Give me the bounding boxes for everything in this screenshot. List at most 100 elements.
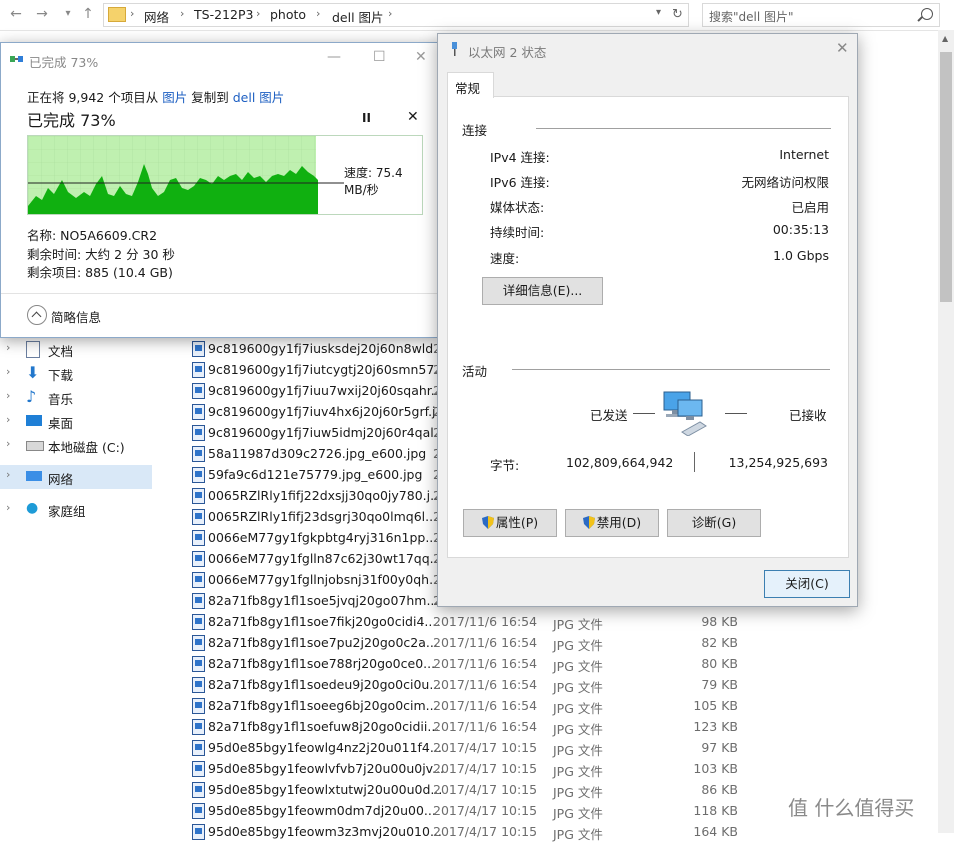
up-arrow-icon[interactable]: ↑ [80, 6, 96, 22]
refresh-icon[interactable]: ↻ [672, 7, 683, 22]
file-row[interactable]: 82a71fb8gy1fl1soeeg6bj20go0cim... 2017/11… [152, 695, 938, 716]
file-row[interactable]: 95d0e85bgy1feowlg4nz2j20u011f4... 2017/4/… [152, 737, 938, 758]
homegroup-icon: ● [26, 500, 39, 516]
file-date: 2017/11/6 16:54 [433, 656, 538, 671]
file-type: JPG 文件 [553, 638, 603, 653]
chevron-down-icon[interactable]: ▾ [656, 7, 661, 18]
forward-arrow-icon[interactable]: → [34, 6, 50, 22]
document-icon [26, 341, 40, 358]
nav-item-desktop[interactable]: › 桌面 [0, 410, 152, 432]
breadcrumb-network[interactable]: 网络 [144, 7, 169, 26]
properties-button[interactable]: 属性(P) [463, 509, 557, 537]
collapse-details-label[interactable]: 简略信息 [51, 307, 101, 326]
breadcrumb-nas[interactable]: TS-212P3 [194, 7, 253, 22]
file-name: 95d0e85bgy1feowm0dm7dj20u00... [208, 803, 436, 818]
file-size: 123 KB [693, 719, 738, 734]
file-name: 82a71fb8gy1fl1soe5jvqj20go07hm... [208, 593, 439, 608]
media-state-label: 媒体状态: [490, 200, 545, 215]
search-icon[interactable] [921, 8, 933, 20]
collapse-details-icon[interactable] [27, 305, 47, 325]
file-row[interactable]: 82a71fb8gy1fl1soe7pu2j20go0c2a... 2017/11… [152, 632, 938, 653]
recent-locations-chevron-icon[interactable]: ▾ [60, 6, 76, 22]
breadcrumb-dell-pictures[interactable]: dell 图片 [332, 7, 384, 26]
button-label: 属性(P) [495, 515, 539, 530]
file-type: JPG 文件 [553, 659, 603, 674]
file-date: 2017/11/6 16:54 [433, 635, 538, 650]
jpg-file-icon [192, 383, 205, 399]
chevron-right-icon[interactable]: › [316, 7, 320, 20]
file-row[interactable]: 82a71fb8gy1fl1soe788rj20go0ce0... 2017/11… [152, 653, 938, 674]
chevron-right-icon[interactable]: › [6, 389, 10, 402]
disable-button[interactable]: 禁用(D) [565, 509, 659, 537]
file-type: JPG 文件 [553, 743, 603, 758]
scrollbar-thumb[interactable] [940, 52, 952, 302]
items-remaining: 剩余项目: 885 (10.4 GB) [27, 265, 173, 280]
nav-item-local-disk[interactable]: › 本地磁盘 (C:) [0, 434, 152, 456]
file-name: 0066eM77gy1fglln87c62j30wt17qq... [208, 551, 442, 566]
time-remaining: 剩余时间: 大约 2 分 30 秒 [27, 247, 175, 262]
file-size: 82 KB [701, 635, 738, 650]
file-name: 82a71fb8gy1fl1soefuw8j20go0cidii... [208, 719, 440, 734]
bytes-sent-value: 102,809,664,942 [566, 455, 674, 470]
file-row[interactable]: 82a71fb8gy1fl1soe7fikj20go0cidi4.... 2017… [152, 611, 938, 632]
chevron-right-icon[interactable]: › [6, 501, 10, 514]
activity-group-label: 活动 [462, 364, 488, 379]
search-input[interactable]: 搜索"dell 图片" [702, 3, 940, 27]
file-name: 0066eM77gy1fgllnjobsnj31f00y0qh... [208, 572, 441, 587]
vertical-scrollbar[interactable]: ▲ [938, 30, 954, 833]
chevron-right-icon[interactable]: › [180, 7, 184, 20]
close-icon[interactable]: ✕ [415, 49, 427, 65]
address-bar[interactable]: › 网络 › TS-212P3 › photo › dell 图片 › ▾ ↻ [103, 3, 689, 27]
details-button[interactable]: 详细信息(E)... [482, 277, 603, 305]
chevron-right-icon[interactable]: › [6, 413, 10, 426]
target-folder-link[interactable]: dell 图片 [233, 90, 285, 105]
minimize-icon[interactable]: — [327, 49, 341, 65]
nav-item-documents[interactable]: › 文档 [0, 338, 152, 360]
close-button[interactable]: 关闭(C) [764, 570, 850, 598]
maximize-icon[interactable]: ☐ [373, 49, 386, 65]
file-name: 9c819600gy1fj7iusksdej20j60n8wld... [208, 341, 446, 356]
file-date: 2017/11/6 16:54 [433, 719, 538, 734]
pause-button[interactable]: II [362, 111, 371, 125]
watermark: 值 什么值得买 [788, 796, 915, 820]
diagnose-button[interactable]: 诊断(G) [667, 509, 761, 537]
file-type: JPG 文件 [553, 785, 603, 800]
nav-item-homegroup[interactable]: › ● 家庭组 [0, 498, 152, 520]
navigation-pane: › 文档 › ⬇ 下载 › ♪ 音乐 › 桌面 › 本地磁盘 (C:) › 网络… [0, 336, 152, 833]
jpg-file-icon [192, 551, 205, 567]
jpg-file-icon [192, 782, 205, 798]
source-folder-link[interactable]: 图片 [162, 90, 187, 105]
cancel-copy-button[interactable]: ✕ [407, 109, 419, 125]
tab-general[interactable]: 常规 [447, 72, 494, 98]
jpg-file-icon [192, 425, 205, 441]
file-row[interactable]: 95d0e85bgy1feowlvfvb7j20u00u0jv... 2017/4… [152, 758, 938, 779]
back-arrow-icon[interactable]: ← [8, 6, 24, 22]
chevron-right-icon[interactable]: › [388, 7, 392, 20]
chevron-right-icon[interactable]: › [6, 437, 10, 450]
file-size: 80 KB [701, 656, 738, 671]
copy-progress-dialog: 已完成 73% — ☐ ✕ 正在将 9,942 个项目从 图片 复制到 dell… [0, 42, 438, 338]
jpg-file-icon [192, 593, 205, 609]
file-row[interactable]: 82a71fb8gy1fl1soedeu9j20go0ci0u... 2017/1… [152, 674, 938, 695]
file-row[interactable]: 95d0e85bgy1feowm3z3mvj20u010... 2017/4/17… [152, 821, 938, 842]
jpg-file-icon [192, 362, 205, 378]
close-icon[interactable]: ✕ [836, 39, 849, 57]
nav-item-network[interactable]: › 网络 [0, 465, 152, 489]
copy-icon [10, 56, 23, 62]
file-size: 98 KB [701, 614, 738, 629]
jpg-file-icon [192, 677, 205, 693]
chevron-right-icon[interactable]: › [6, 468, 10, 481]
chevron-right-icon[interactable]: › [6, 341, 10, 354]
chevron-right-icon[interactable]: › [6, 365, 10, 378]
dialog-title: 已完成 73% [29, 55, 99, 70]
breadcrumb-photo[interactable]: photo [270, 7, 306, 22]
nav-item-downloads[interactable]: › ⬇ 下载 [0, 362, 152, 384]
dialog-title: 以太网 2 状态 [468, 45, 547, 60]
chevron-right-icon[interactable]: › [256, 7, 260, 20]
nav-item-music[interactable]: › ♪ 音乐 [0, 386, 152, 408]
duration-value: 00:35:13 [772, 222, 829, 237]
jpg-file-icon [192, 341, 205, 357]
speed-value: 1.0 Gbps [773, 248, 829, 263]
scroll-up-icon[interactable]: ▲ [942, 34, 948, 43]
file-row[interactable]: 82a71fb8gy1fl1soefuw8j20go0cidii... 2017/… [152, 716, 938, 737]
